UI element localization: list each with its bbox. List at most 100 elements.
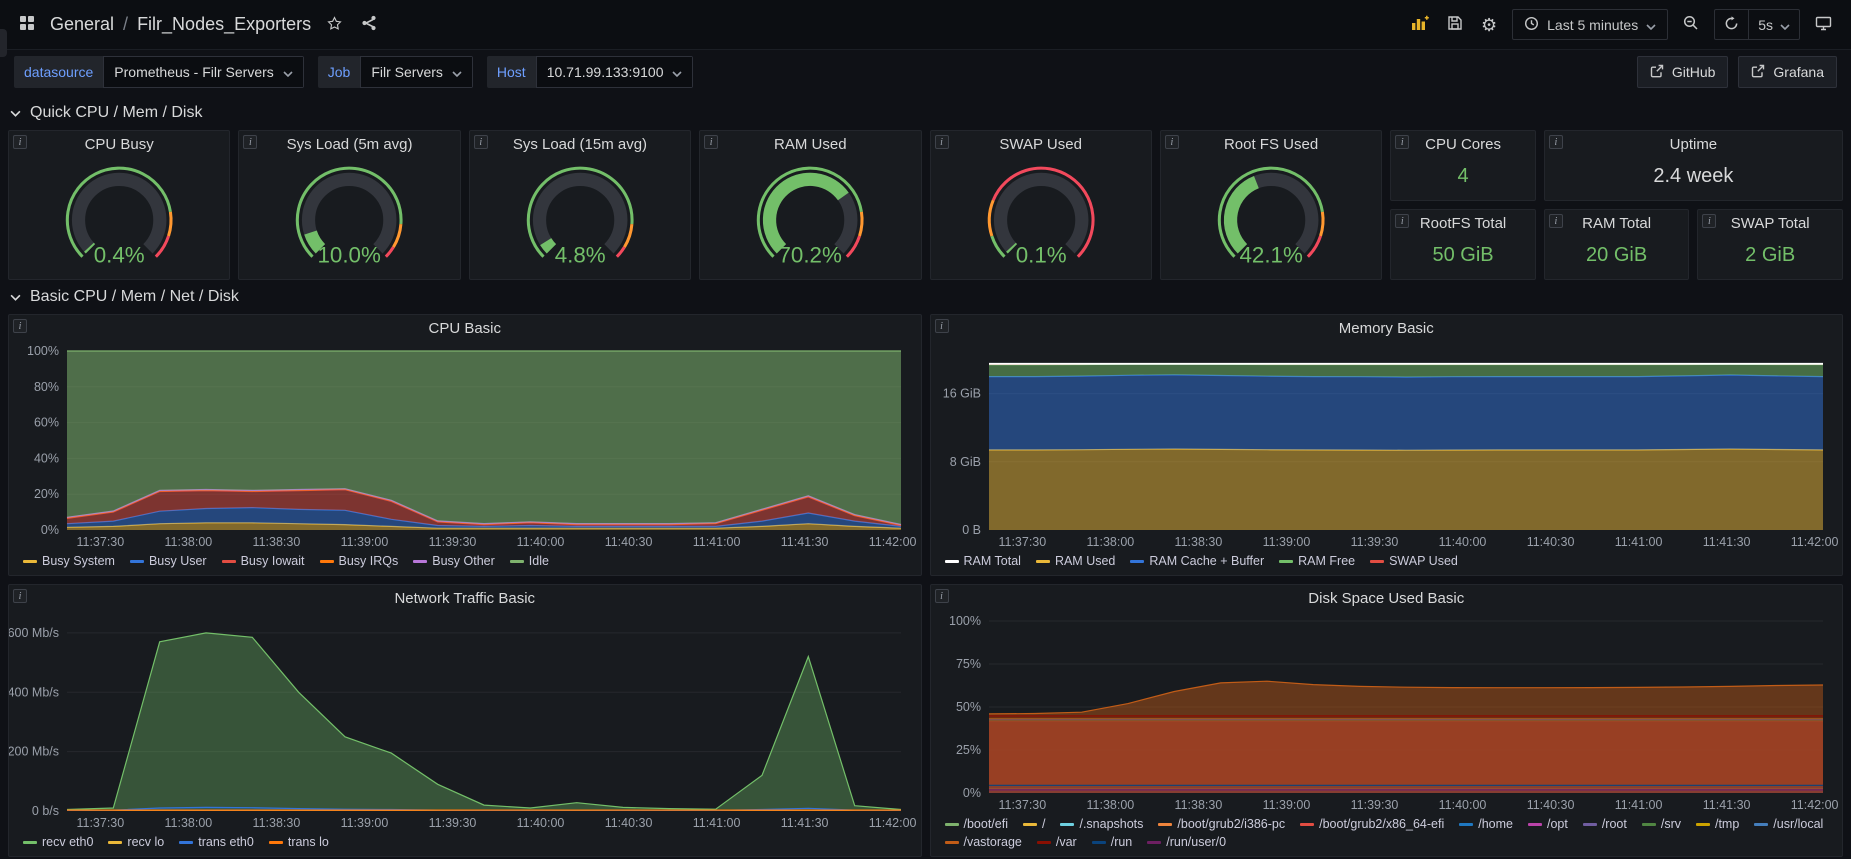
dashboard-link-grafana[interactable]: Grafana — [1738, 56, 1837, 88]
refresh-button[interactable] — [1715, 10, 1748, 39]
legend-item-ram-total[interactable]: RAM Total — [945, 553, 1021, 569]
legend-item-usr-local[interactable]: /usr/local — [1754, 816, 1823, 832]
variable-value-dropdown[interactable]: 10.71.99.133:9100 — [536, 56, 694, 88]
legend-item-boot-grub2-i386-pc[interactable]: /boot/grub2/i386-pc — [1158, 816, 1285, 832]
cpu-cores-title[interactable]: CPU Cores — [1391, 131, 1535, 159]
legend-item-srv[interactable]: /srv — [1642, 816, 1681, 832]
svg-text:70.2%: 70.2% — [779, 243, 843, 268]
variable-value-dropdown[interactable]: Prometheus - Filr Servers — [103, 56, 303, 88]
row-header-basic[interactable]: Basic CPU / Mem / Net / Disk — [8, 280, 1843, 314]
svg-text:42.1%: 42.1% — [1239, 243, 1303, 268]
legend-item-tmp[interactable]: /tmp — [1696, 816, 1739, 832]
svg-text:60%: 60% — [34, 416, 59, 430]
uptime-title[interactable]: Uptime — [1545, 131, 1842, 159]
external-link-icon — [1751, 64, 1765, 81]
dashboard-link-github[interactable]: GitHub — [1637, 56, 1729, 88]
save-dashboard-button[interactable] — [1444, 12, 1466, 37]
legend-item-run-user-0[interactable]: /run/user/0 — [1147, 834, 1226, 850]
star-dashboard-button[interactable] — [323, 12, 346, 38]
variable-value-dropdown[interactable]: Filr Servers — [360, 56, 473, 88]
swap-used-title[interactable]: SWAP Used — [931, 131, 1151, 159]
network-traffic-basic-title[interactable]: Network Traffic Basic — [9, 585, 921, 613]
legend-item-busy-other[interactable]: Busy Other — [413, 553, 495, 569]
dashboard-settings-button[interactable]: ⚙ — [1478, 13, 1500, 37]
legend-item-ram-used[interactable]: RAM Used — [1036, 553, 1115, 569]
panel-info-icon[interactable]: i — [13, 319, 27, 333]
legend-item-trans-eth0[interactable]: trans eth0 — [179, 834, 254, 850]
legend-item-busy-system[interactable]: Busy System — [23, 553, 115, 569]
tv-mode-button[interactable] — [1812, 13, 1835, 37]
sys-load-15m-avg-title[interactable]: Sys Load (15m avg) — [470, 131, 690, 159]
panel-info-icon[interactable]: i — [1395, 135, 1409, 149]
variable-job[interactable]: JobFilr Servers — [318, 56, 473, 88]
panel-info-icon[interactable]: i — [1395, 214, 1409, 228]
cpu-basic-canvas[interactable]: 0%20%40%60%80%100%11:37:3011:38:0011:38:… — [9, 343, 921, 552]
legend-item-idle[interactable]: Idle — [510, 553, 549, 569]
panel-info-icon[interactable]: i — [704, 135, 718, 149]
panel-info-icon[interactable]: i — [1702, 214, 1716, 228]
svg-text:11:41:00: 11:41:00 — [1614, 798, 1662, 812]
legend-swatch — [1754, 823, 1768, 826]
panel-info-icon[interactable]: i — [935, 319, 949, 333]
legend-item-ram-free[interactable]: RAM Free — [1279, 553, 1355, 569]
legend-item-ram-cache-buffer[interactable]: RAM Cache + Buffer — [1130, 553, 1264, 569]
breadcrumb-folder[interactable]: General — [50, 14, 114, 35]
legend-item-boot-efi[interactable]: /boot/efi — [945, 816, 1008, 832]
panel-info-icon[interactable]: i — [935, 135, 949, 149]
cpu-basic-title[interactable]: CPU Basic — [9, 315, 921, 343]
svg-text:11:38:00: 11:38:00 — [1086, 535, 1134, 549]
panel-info-icon[interactable]: i — [1549, 135, 1563, 149]
panel-info-icon[interactable]: i — [243, 135, 257, 149]
legend-item-home[interactable]: /home — [1459, 816, 1513, 832]
legend-item-swap-used[interactable]: SWAP Used — [1370, 553, 1458, 569]
apps-menu-button[interactable] — [16, 12, 38, 37]
legend-item-vastorage[interactable]: /vastorage — [945, 834, 1022, 850]
add-panel-button[interactable] — [1408, 12, 1432, 37]
svg-text:10.0%: 10.0% — [318, 243, 382, 268]
legend-item-root[interactable]: /root — [1583, 816, 1627, 832]
legend-item-snapshots[interactable]: /.snapshots — [1060, 816, 1143, 832]
sys-load-5m-avg-title[interactable]: Sys Load (5m avg) — [239, 131, 459, 159]
variable-host[interactable]: Host10.71.99.133:9100 — [487, 56, 694, 88]
legend-item-recv-eth0[interactable]: recv eth0 — [23, 834, 93, 850]
cpu-basic-panel: iCPU Basic0%20%40%60%80%100%11:37:3011:3… — [8, 314, 922, 576]
refresh-interval-picker[interactable]: 5s — [1748, 10, 1799, 39]
panel-info-icon[interactable]: i — [13, 589, 27, 603]
ram-total-title[interactable]: RAM Total — [1545, 210, 1689, 238]
legend-item-opt[interactable]: /opt — [1528, 816, 1568, 832]
legend-item-busy-user[interactable]: Busy User — [130, 553, 207, 569]
svg-text:11:39:30: 11:39:30 — [429, 535, 477, 549]
legend-item-var[interactable]: /var — [1037, 834, 1077, 850]
share-dashboard-button[interactable] — [358, 12, 380, 37]
panel-info-icon[interactable]: i — [935, 589, 949, 603]
breadcrumb-dashboard-title[interactable]: Filr_Nodes_Exporters — [137, 14, 311, 35]
legend-swatch — [222, 560, 236, 563]
panel-info-icon[interactable]: i — [1549, 214, 1563, 228]
svg-text:11:37:30: 11:37:30 — [76, 535, 124, 549]
legend-item-busy-irqs[interactable]: Busy IRQs — [320, 553, 399, 569]
ram-used-title[interactable]: RAM Used — [700, 131, 920, 159]
variable-datasource[interactable]: datasourcePrometheus - Filr Servers — [14, 56, 304, 88]
network-traffic-basic-canvas[interactable]: 0 b/s200 Mb/s400 Mb/s600 Mb/s11:37:3011:… — [9, 613, 921, 833]
legend-item-recv-lo[interactable]: recv lo — [108, 834, 164, 850]
row-header-quick[interactable]: Quick CPU / Mem / Disk — [8, 96, 1843, 130]
zoom-out-button[interactable] — [1680, 12, 1702, 37]
panel-info-icon[interactable]: i — [1165, 135, 1179, 149]
legend-item-run[interactable]: /run — [1092, 834, 1133, 850]
panel-info-icon[interactable]: i — [13, 135, 27, 149]
disk-space-used-basic-canvas[interactable]: 0%25%50%75%100%11:37:3011:38:0011:38:301… — [931, 613, 1843, 815]
memory-basic-title[interactable]: Memory Basic — [931, 315, 1843, 343]
legend-item-busy-iowait[interactable]: Busy Iowait — [222, 553, 305, 569]
legend-item-item[interactable]: / — [1023, 816, 1045, 832]
legend-item-boot-grub2-x86-64-efi[interactable]: /boot/grub2/x86_64-efi — [1300, 816, 1444, 832]
time-range-picker[interactable]: Last 5 minutes — [1512, 9, 1668, 40]
disk-space-used-basic-title[interactable]: Disk Space Used Basic — [931, 585, 1843, 613]
swap-total-title[interactable]: SWAP Total — [1698, 210, 1842, 238]
panel-info-icon[interactable]: i — [474, 135, 488, 149]
legend-item-trans-lo[interactable]: trans lo — [269, 834, 329, 850]
root-fs-used-title[interactable]: Root FS Used — [1161, 131, 1381, 159]
cpu-busy-title[interactable]: CPU Busy — [9, 131, 229, 159]
memory-basic-canvas[interactable]: 0 B8 GiB16 GiB11:37:3011:38:0011:38:3011… — [931, 343, 1843, 552]
rootfs-total-title[interactable]: RootFS Total — [1391, 210, 1535, 238]
sidebar-toggle-handle[interactable] — [0, 29, 7, 57]
